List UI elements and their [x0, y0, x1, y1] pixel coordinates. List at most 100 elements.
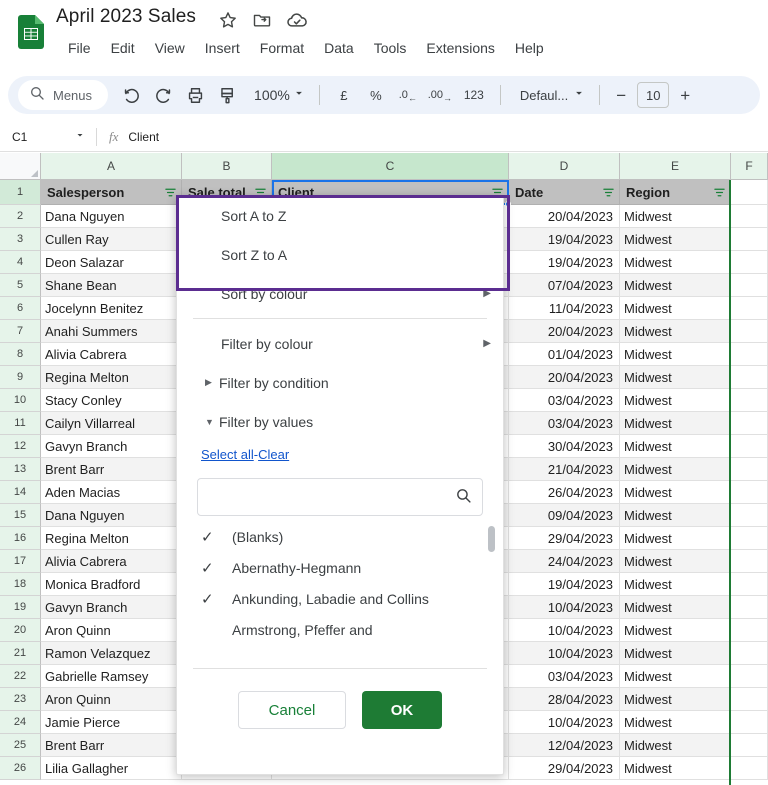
zoom-control[interactable]: 100% — [246, 80, 310, 110]
cell-e9[interactable]: Midwest — [620, 366, 731, 389]
sort-a-to-z-item[interactable]: Sort A to Z — [177, 196, 503, 235]
row-header[interactable]: 20 — [0, 619, 41, 642]
cell-a26[interactable]: Lilia Gallagher — [41, 757, 182, 780]
cell-d23[interactable]: 28/04/2023 — [509, 688, 620, 711]
row-header[interactable]: 19 — [0, 596, 41, 619]
cell-a18[interactable]: Monica Bradford — [41, 573, 182, 596]
cell-d7[interactable]: 20/04/2023 — [509, 320, 620, 343]
move-to-folder-icon[interactable] — [252, 10, 272, 30]
row-header[interactable]: 21 — [0, 642, 41, 665]
cell-a14[interactable]: Aden Macias — [41, 481, 182, 504]
filter-by-colour-item[interactable]: Filter by colour ▶ — [177, 324, 503, 363]
cell-e5[interactable]: Midwest — [620, 274, 731, 297]
cell-d14[interactable]: 26/04/2023 — [509, 481, 620, 504]
row-header[interactable]: 22 — [0, 665, 41, 688]
cell-e6[interactable]: Midwest — [620, 297, 731, 320]
row-header-1[interactable]: 1 — [0, 180, 41, 205]
cell-f23[interactable] — [731, 688, 768, 711]
column-header-d[interactable]: D — [509, 153, 620, 180]
header-cell-a1[interactable]: Salesperson — [41, 180, 182, 205]
ok-button[interactable]: OK — [362, 691, 442, 729]
row-header[interactable]: 14 — [0, 481, 41, 504]
print-button[interactable] — [180, 80, 210, 110]
row-header[interactable]: 5 — [0, 274, 41, 297]
cell-a13[interactable]: Brent Barr — [41, 458, 182, 481]
menu-view[interactable]: View — [145, 36, 195, 60]
cell-f9[interactable] — [731, 366, 768, 389]
filter-value-option[interactable]: ✓ Abernathy-Hegmann — [177, 553, 503, 584]
row-header[interactable]: 7 — [0, 320, 41, 343]
column-header-a[interactable]: A — [41, 153, 182, 180]
decrease-decimal-button[interactable]: .0 ← — [393, 80, 423, 110]
active-cell-handle[interactable] — [505, 201, 511, 207]
cell-e7[interactable]: Midwest — [620, 320, 731, 343]
cell-d2[interactable]: 20/04/2023 — [509, 205, 620, 228]
cell-e22[interactable]: Midwest — [620, 665, 731, 688]
menu-file[interactable]: File — [58, 36, 101, 60]
row-header[interactable]: 24 — [0, 711, 41, 734]
cell-f1[interactable] — [731, 180, 768, 205]
cell-a3[interactable]: Cullen Ray — [41, 228, 182, 251]
cell-f11[interactable] — [731, 412, 768, 435]
cell-d15[interactable]: 09/04/2023 — [509, 504, 620, 527]
column-header-f[interactable]: F — [731, 153, 768, 180]
cell-e26[interactable]: Midwest — [620, 757, 731, 780]
cell-e17[interactable]: Midwest — [620, 550, 731, 573]
cell-a23[interactable]: Aron Quinn — [41, 688, 182, 711]
cell-d22[interactable]: 03/04/2023 — [509, 665, 620, 688]
sort-by-colour-item[interactable]: Sort by colour ▶ — [177, 274, 503, 313]
cell-e3[interactable]: Midwest — [620, 228, 731, 251]
cell-d8[interactable]: 01/04/2023 — [509, 343, 620, 366]
cell-d16[interactable]: 29/04/2023 — [509, 527, 620, 550]
cell-a17[interactable]: Alivia Cabrera — [41, 550, 182, 573]
cell-e4[interactable]: Midwest — [620, 251, 731, 274]
cell-e15[interactable]: Midwest — [620, 504, 731, 527]
cell-d17[interactable]: 24/04/2023 — [509, 550, 620, 573]
menu-edit[interactable]: Edit — [101, 36, 145, 60]
star-icon[interactable] — [218, 10, 238, 30]
filter-values-list[interactable]: ✓ (Blanks) ✓ Abernathy-Hegmann ✓ Ankundi… — [177, 522, 503, 668]
cell-f8[interactable] — [731, 343, 768, 366]
row-header[interactable]: 3 — [0, 228, 41, 251]
cell-a16[interactable]: Regina Melton — [41, 527, 182, 550]
row-header[interactable]: 11 — [0, 412, 41, 435]
cell-f10[interactable] — [731, 389, 768, 412]
cell-e10[interactable]: Midwest — [620, 389, 731, 412]
cell-d3[interactable]: 19/04/2023 — [509, 228, 620, 251]
cell-f12[interactable] — [731, 435, 768, 458]
undo-button[interactable] — [116, 80, 146, 110]
row-header[interactable]: 4 — [0, 251, 41, 274]
cell-a20[interactable]: Aron Quinn — [41, 619, 182, 642]
row-header[interactable]: 12 — [0, 435, 41, 458]
clear-link[interactable]: Clear — [258, 447, 289, 462]
redo-button[interactable] — [148, 80, 178, 110]
cell-d18[interactable]: 19/04/2023 — [509, 573, 620, 596]
cell-d9[interactable]: 20/04/2023 — [509, 366, 620, 389]
cell-f15[interactable] — [731, 504, 768, 527]
percent-format-button[interactable]: % — [361, 80, 391, 110]
cell-f22[interactable] — [731, 665, 768, 688]
cell-a8[interactable]: Alivia Cabrera — [41, 343, 182, 366]
cell-e18[interactable]: Midwest — [620, 573, 731, 596]
filter-value-option[interactable]: ✓ (Blanks) — [177, 522, 503, 553]
cell-d12[interactable]: 30/04/2023 — [509, 435, 620, 458]
cell-a5[interactable]: Shane Bean — [41, 274, 182, 297]
font-size-decrease-button[interactable]: − — [609, 82, 633, 108]
cell-f7[interactable] — [731, 320, 768, 343]
filter-values-scrollbar[interactable] — [488, 526, 495, 552]
cell-d24[interactable]: 10/04/2023 — [509, 711, 620, 734]
cell-a12[interactable]: Gavyn Branch — [41, 435, 182, 458]
cell-d25[interactable]: 12/04/2023 — [509, 734, 620, 757]
header-cell-d1[interactable]: Date — [509, 180, 620, 205]
cell-f6[interactable] — [731, 297, 768, 320]
cell-a25[interactable]: Brent Barr — [41, 734, 182, 757]
cell-e19[interactable]: Midwest — [620, 596, 731, 619]
filter-value-option[interactable]: Armstrong, Pfeffer and — [177, 615, 503, 646]
header-cell-e1[interactable]: Region — [620, 180, 731, 205]
search-icon[interactable] — [455, 487, 472, 507]
filter-values-search-box[interactable] — [197, 478, 483, 516]
cell-a22[interactable]: Gabrielle Ramsey — [41, 665, 182, 688]
cell-e20[interactable]: Midwest — [620, 619, 731, 642]
cell-a10[interactable]: Stacy Conley — [41, 389, 182, 412]
chevron-down-icon[interactable] — [74, 129, 86, 144]
